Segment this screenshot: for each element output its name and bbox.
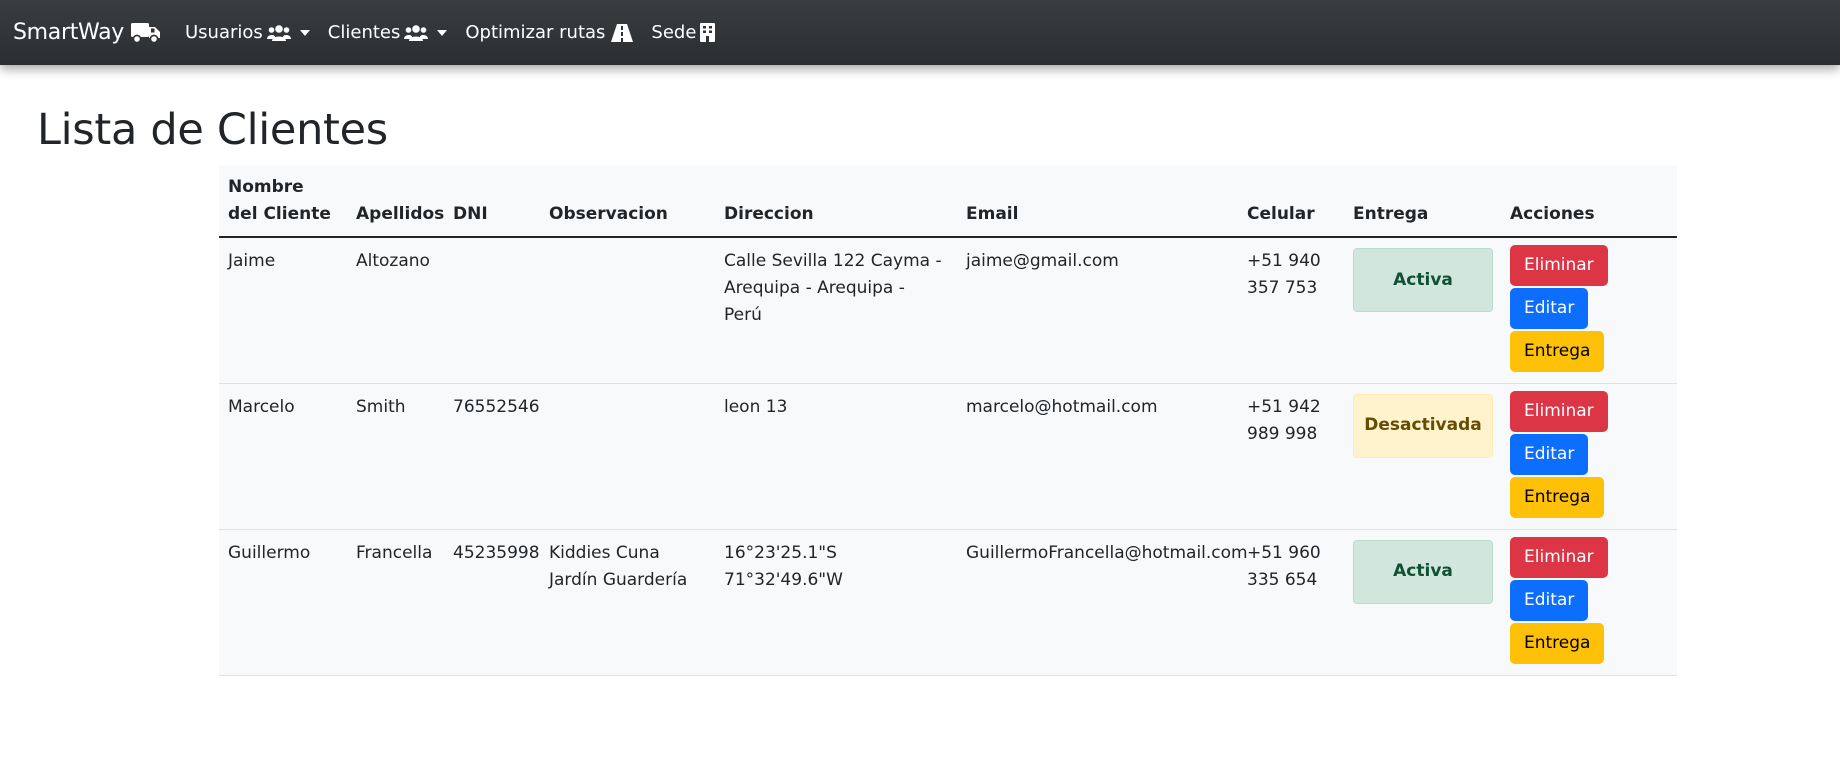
delivery-button[interactable]: Entrega <box>1510 476 1605 518</box>
nav-sede[interactable]: Sede <box>651 13 716 53</box>
cell-acciones: Eliminar Editar Entrega <box>1501 383 1677 529</box>
cell-apellidos: Francella <box>356 542 433 563</box>
table-row: Guillermo Francella 45235998 Kiddies Cun… <box>219 529 1677 675</box>
cell-dni: 76552546 <box>453 396 540 417</box>
road-icon <box>611 23 634 42</box>
edit-button[interactable]: Editar <box>1510 288 1589 329</box>
brand-link[interactable]: SmartWay <box>13 13 161 53</box>
cell-email: marcelo@hotmail.com <box>966 396 1158 417</box>
cell-apellidos: Altozano <box>356 251 430 271</box>
cell-celular: +51 942 989 998 <box>1247 396 1321 444</box>
cell-celular: +51 940 357 753 <box>1247 251 1321 298</box>
nav-optimizar-label: Optimizar rutas <box>465 22 606 43</box>
table-row: Marcelo Smith 76552546 leon 13 marcelo@h… <box>219 383 1677 529</box>
status-badge: Activa <box>1353 248 1493 312</box>
delete-button[interactable]: Eliminar <box>1510 245 1608 286</box>
status-badge: Desactivada <box>1353 393 1493 458</box>
delete-button[interactable]: Eliminar <box>1510 390 1608 432</box>
cell-entrega: Desactivada <box>1344 383 1501 529</box>
delivery-button[interactable]: Entrega <box>1510 331 1605 372</box>
nav-clientes-dropdown[interactable]: Clientes <box>328 13 448 53</box>
cell-entrega: Activa <box>1344 237 1501 383</box>
nav-sede-label: Sede <box>651 22 697 43</box>
header-dni: DNI <box>453 204 488 224</box>
table-header: Nombre del Cliente Apellidos DNI Observa… <box>219 165 1677 237</box>
chevron-down-icon <box>299 29 310 36</box>
delivery-button[interactable]: Entrega <box>1510 622 1605 664</box>
cell-nombre: Marcelo <box>228 396 295 417</box>
users-icon <box>404 24 429 41</box>
nav-optimizar-rutas[interactable]: Optimizar rutas <box>465 13 634 53</box>
header-acciones: Acciones <box>1510 204 1595 224</box>
header-direccion: Direccion <box>724 204 814 224</box>
cell-entrega: Activa <box>1344 529 1501 675</box>
cell-observacion: Kiddies Cuna Jardín Guardería <box>549 542 688 590</box>
nav-usuarios-label: Usuarios <box>185 22 263 43</box>
navbar: SmartWay Usuarios Clientes Optimizar rut… <box>0 0 1840 65</box>
nav-usuarios-dropdown[interactable]: Usuarios <box>185 13 310 53</box>
truck-icon <box>131 22 160 43</box>
cell-dni: 45235998 <box>453 542 540 563</box>
users-icon <box>266 24 291 41</box>
cell-nombre: Jaime <box>228 251 276 271</box>
header-apellidos: Apellidos <box>356 204 445 224</box>
clients-table-container: Nombre del Cliente Apellidos DNI Observa… <box>219 165 1677 676</box>
clients-table: Nombre del Cliente Apellidos DNI Observa… <box>219 165 1677 676</box>
cell-direccion: Calle Sevilla 122 Cayma - Arequipa - Are… <box>724 251 942 325</box>
header-celular: Celular <box>1247 204 1315 224</box>
table-row: Jaime Altozano Calle Sevilla 122 Cayma -… <box>219 237 1677 383</box>
header-observacion: Observacion <box>549 204 668 224</box>
page-title: Lista de Clientes <box>37 105 388 155</box>
chevron-down-icon <box>437 29 448 36</box>
header-entrega: Entrega <box>1353 204 1429 224</box>
cell-apellidos: Smith <box>356 396 406 417</box>
building-icon <box>700 23 716 42</box>
cell-acciones: Eliminar Editar Entrega <box>1501 529 1677 675</box>
edit-button[interactable]: Editar <box>1510 579 1589 621</box>
cell-direccion: 16°23'25.1"S 71°32'49.6"W <box>724 542 843 590</box>
status-badge: Activa <box>1353 539 1493 604</box>
nav-clientes-label: Clientes <box>327 22 401 43</box>
cell-email: GuillermoFrancella@hotmail.com <box>966 542 1248 563</box>
cell-acciones: Eliminar Editar Entrega <box>1501 237 1677 383</box>
cell-email: jaime@gmail.com <box>966 251 1119 271</box>
header-nombre: Nombre del Cliente <box>228 177 331 224</box>
delete-button[interactable]: Eliminar <box>1510 536 1608 578</box>
cell-observacion <box>540 237 715 383</box>
cell-direccion: leon 13 <box>724 396 788 417</box>
cell-observacion <box>540 383 715 529</box>
cell-dni <box>444 237 540 383</box>
header-email: Email <box>966 204 1019 224</box>
edit-button[interactable]: Editar <box>1510 433 1589 475</box>
cell-celular: +51 960 335 654 <box>1247 542 1321 590</box>
cell-nombre: Guillermo <box>228 542 311 563</box>
brand-name: SmartWay <box>13 20 124 45</box>
